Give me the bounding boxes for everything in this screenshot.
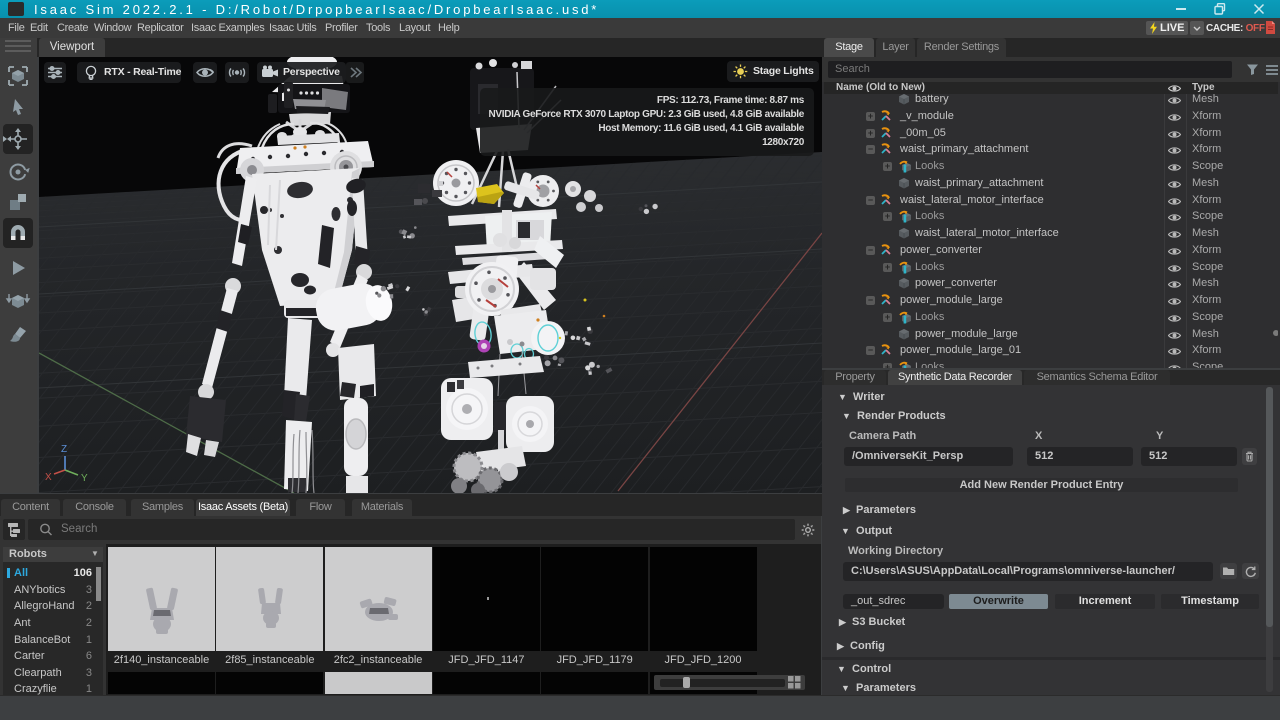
svg-text:Z: Z [61, 444, 67, 455]
svg-text:X: X [45, 472, 52, 483]
svg-text:Y: Y [81, 473, 88, 484]
